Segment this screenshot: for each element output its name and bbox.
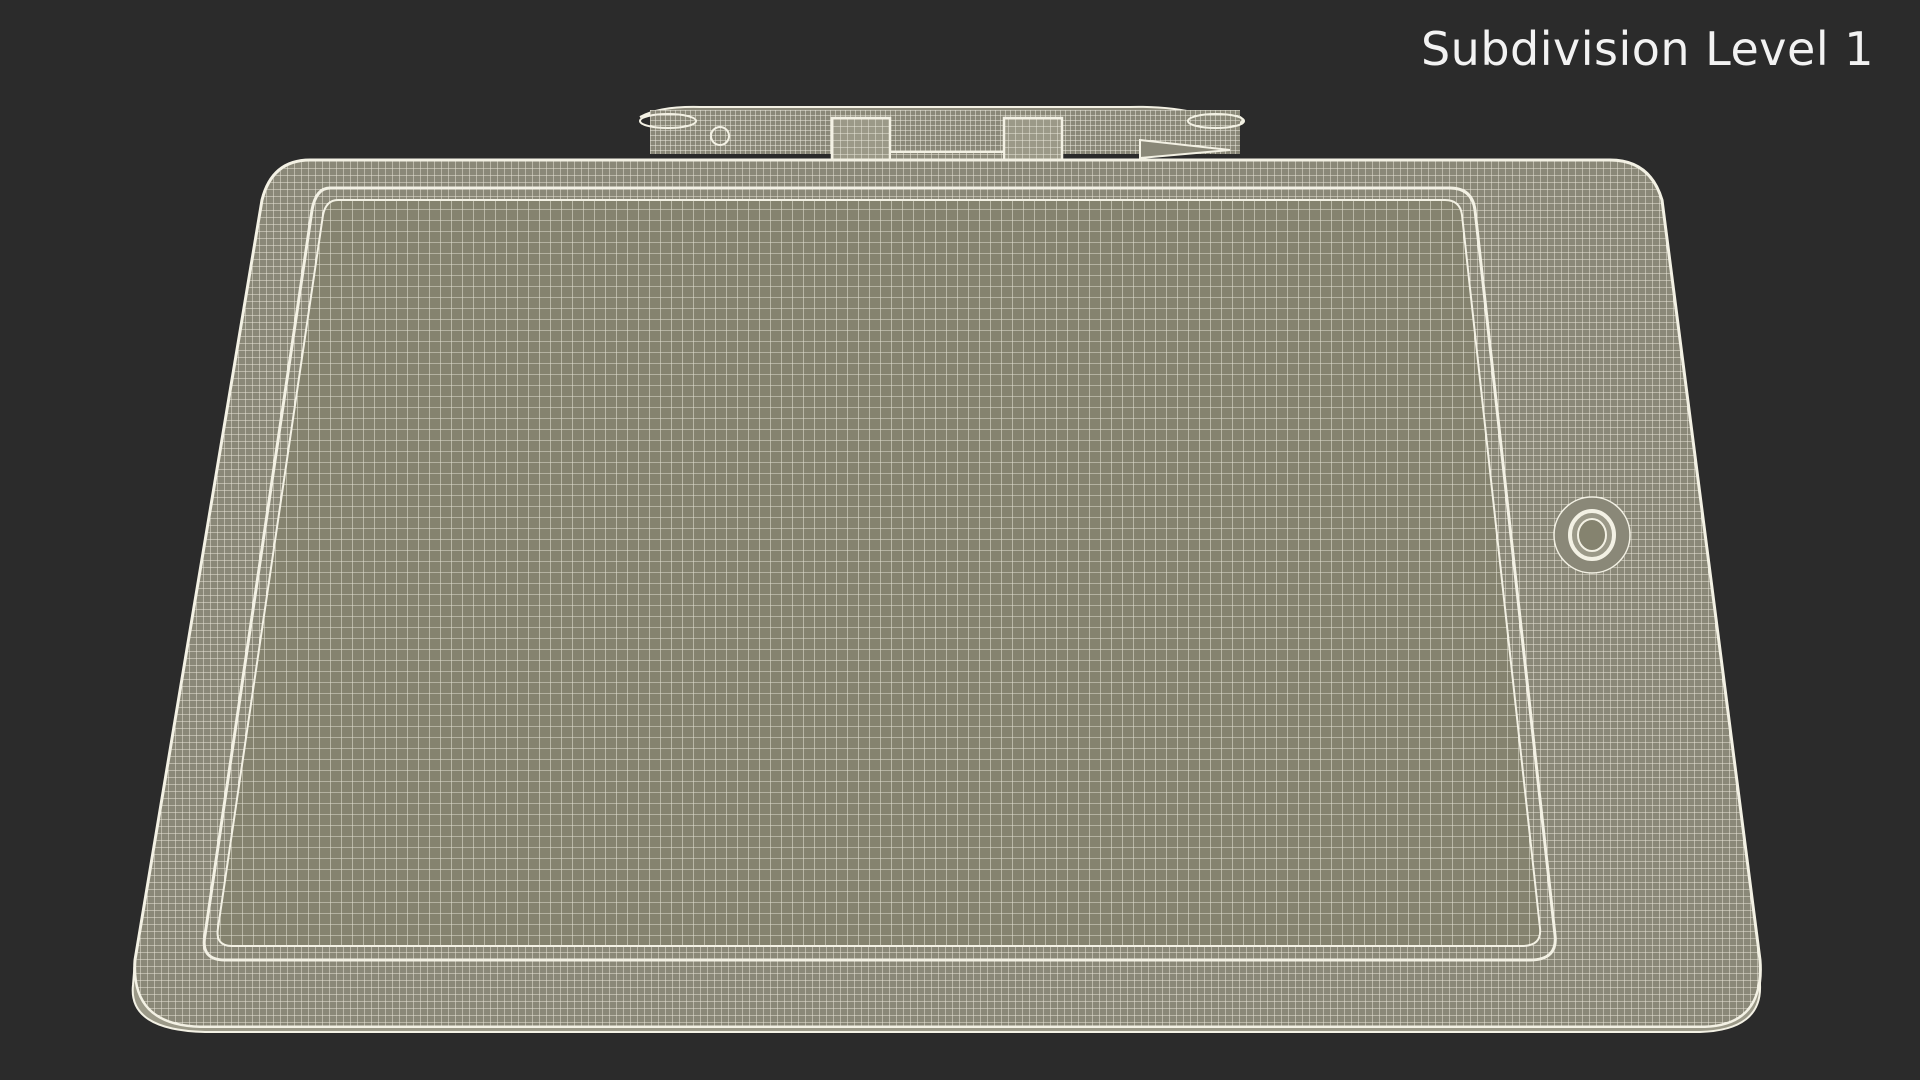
wireframe-viewport: [131, 105, 1762, 1033]
rear-camera-lens: [1553, 496, 1631, 574]
tablet-wireframe-model: [131, 158, 1762, 1033]
